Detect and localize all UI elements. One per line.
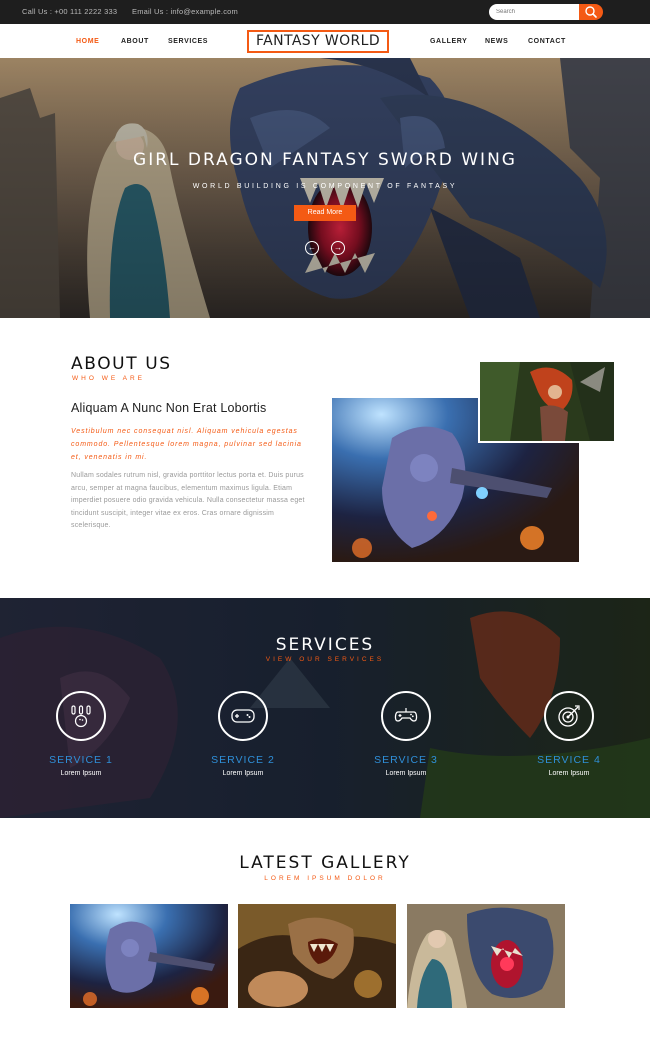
gallery-image-1[interactable] — [70, 904, 228, 1008]
arrow-right-icon: → — [334, 243, 342, 252]
service-desc: Lorem Ipsum — [60, 770, 102, 777]
about-intro-text: Vestibulum nec consequat nisl. Aliquam v… — [71, 428, 302, 461]
controller-icon — [394, 708, 418, 722]
slider-prev-button[interactable]: ← — [305, 241, 319, 255]
service-icon-circle — [56, 691, 106, 741]
gallery-title: LATEST GALLERY — [239, 853, 411, 873]
nav-contact[interactable]: CONTACT — [528, 38, 566, 45]
service-name: SERVICE 3 — [374, 754, 438, 766]
nav-services[interactable]: SERVICES — [168, 38, 208, 45]
about-body-text: Nullam sodales rutrum nisl, gravida port… — [71, 472, 305, 529]
target-icon — [558, 705, 580, 727]
search-input[interactable] — [489, 4, 581, 20]
nav-news[interactable]: NEWS — [485, 38, 508, 45]
hero-slider: GIRL DRAGON FANTASY SWORD WING WORLD BUI… — [0, 58, 650, 318]
read-more-button[interactable]: Read More — [294, 205, 356, 221]
service-icon-circle — [381, 691, 431, 741]
nav-about[interactable]: ABOUT — [121, 38, 149, 45]
hero-title: GIRL DRAGON FANTASY SWORD WING — [133, 150, 517, 170]
slider-next-button[interactable]: → — [331, 241, 345, 255]
bowling-icon — [71, 705, 91, 728]
main-nav: HOME ABOUT SERVICES FANTASY WORLD GALLER… — [0, 24, 650, 58]
service-name: SERVICE 1 — [49, 754, 113, 766]
about-subtitle: WHO WE ARE — [72, 375, 145, 382]
contact-email[interactable]: Email Us : info@example.com — [132, 7, 238, 16]
hero-subtitle: WORLD BUILDING IS COMPONENT OF FANTASY — [192, 183, 458, 190]
nav-home[interactable]: HOME — [76, 38, 99, 45]
service-name: SERVICE 2 — [211, 754, 275, 766]
service-desc: Lorem Ipsum — [548, 770, 590, 777]
contact-phone: Call Us : +00 111 2222 333 — [22, 7, 118, 16]
top-bar: Call Us : +00 111 2222 333 Email Us : in… — [0, 0, 650, 24]
search-box — [489, 4, 603, 20]
services-subtitle: VIEW OUR SERVICES — [265, 656, 385, 663]
service-name: SERVICE 4 — [537, 754, 601, 766]
arrow-left-icon: ← — [308, 243, 316, 252]
gallery-subtitle: LOREM IPSUM DOLOR — [264, 875, 386, 882]
about-small-image — [478, 360, 616, 443]
service-desc: Lorem Ipsum — [385, 770, 427, 777]
about-title: ABOUT US — [71, 354, 172, 374]
services-title: SERVICES — [275, 635, 375, 655]
gallery-image-3[interactable] — [407, 904, 565, 1008]
about-heading: Aliquam A Nunc Non Erat Lobortis — [71, 401, 267, 415]
gallery-image-2[interactable] — [238, 904, 396, 1008]
search-button[interactable] — [579, 4, 603, 20]
service-desc: Lorem Ipsum — [222, 770, 264, 777]
nav-gallery[interactable]: GALLERY — [430, 38, 467, 45]
services-section: SERVICES VIEW OUR SERVICES SERVICE 1 Lor… — [0, 598, 650, 818]
site-logo[interactable]: FANTASY WORLD — [247, 30, 389, 53]
search-icon — [585, 6, 597, 18]
service-icon-circle — [218, 691, 268, 741]
gamepad-icon — [231, 709, 255, 723]
service-icon-circle — [544, 691, 594, 741]
